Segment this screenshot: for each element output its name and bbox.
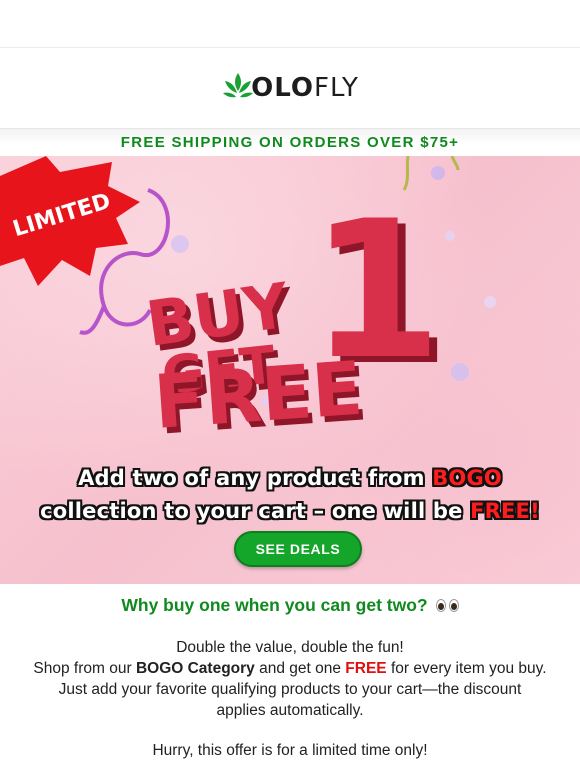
promo-title: 1 1 BUY BUY GET GET FREE FREE	[142, 180, 450, 452]
eyes-icon	[435, 599, 459, 612]
streamer	[450, 156, 460, 171]
free-highlight: FREE!	[470, 499, 540, 523]
promo-headline: Why buy one when you can get two?	[0, 595, 580, 616]
brand-wordmark: OLOFLY	[251, 73, 359, 103]
leaf-icon	[223, 73, 254, 98]
bogo-category-link[interactable]: BOGO Category	[136, 660, 255, 677]
body-line-3: Just add your favorite qualifying produc…	[58, 681, 522, 719]
body-line-1: Double the value, double the fun!	[176, 639, 404, 656]
hero-banner[interactable]: LIMITED 1 1 BUY BUY GET GET FREE FREE Ad…	[0, 156, 580, 584]
confetti-dot	[451, 363, 469, 381]
header: OLOFLY	[0, 48, 580, 128]
brand-logo[interactable]: OLOFLY	[221, 71, 359, 105]
limited-badge: LIMITED	[0, 156, 140, 286]
see-deals-button[interactable]: SEE DEALS	[234, 531, 362, 567]
hero-subtitle-line-1: Add two of any product from BOGO	[78, 466, 502, 490]
shipping-banner-text: FREE SHIPPING ON ORDERS OVER $75+	[120, 134, 460, 151]
promo-free: FREE	[151, 346, 365, 446]
confetti-dot	[484, 296, 496, 308]
promo-headline-text: Why buy one when you can get two?	[121, 595, 428, 615]
hero-subtitle-line-2: collection to your cart – one will be FR…	[40, 499, 540, 523]
body-line-2: Shop from our BOGO Category and get one …	[33, 660, 547, 677]
top-spacer	[0, 0, 580, 48]
shipping-banner: FREE SHIPPING ON ORDERS OVER $75+	[0, 128, 580, 156]
bogo-highlight: BOGO	[432, 466, 502, 490]
promo-body: Double the value, double the fun! Shop f…	[0, 637, 580, 721]
confetti-dot	[171, 235, 189, 253]
hurry-text: Hurry, this offer is for a limited time …	[152, 742, 428, 759]
promo-copy: Why buy one when you can get two? Double…	[0, 584, 580, 760]
confetti-dot	[431, 166, 445, 180]
